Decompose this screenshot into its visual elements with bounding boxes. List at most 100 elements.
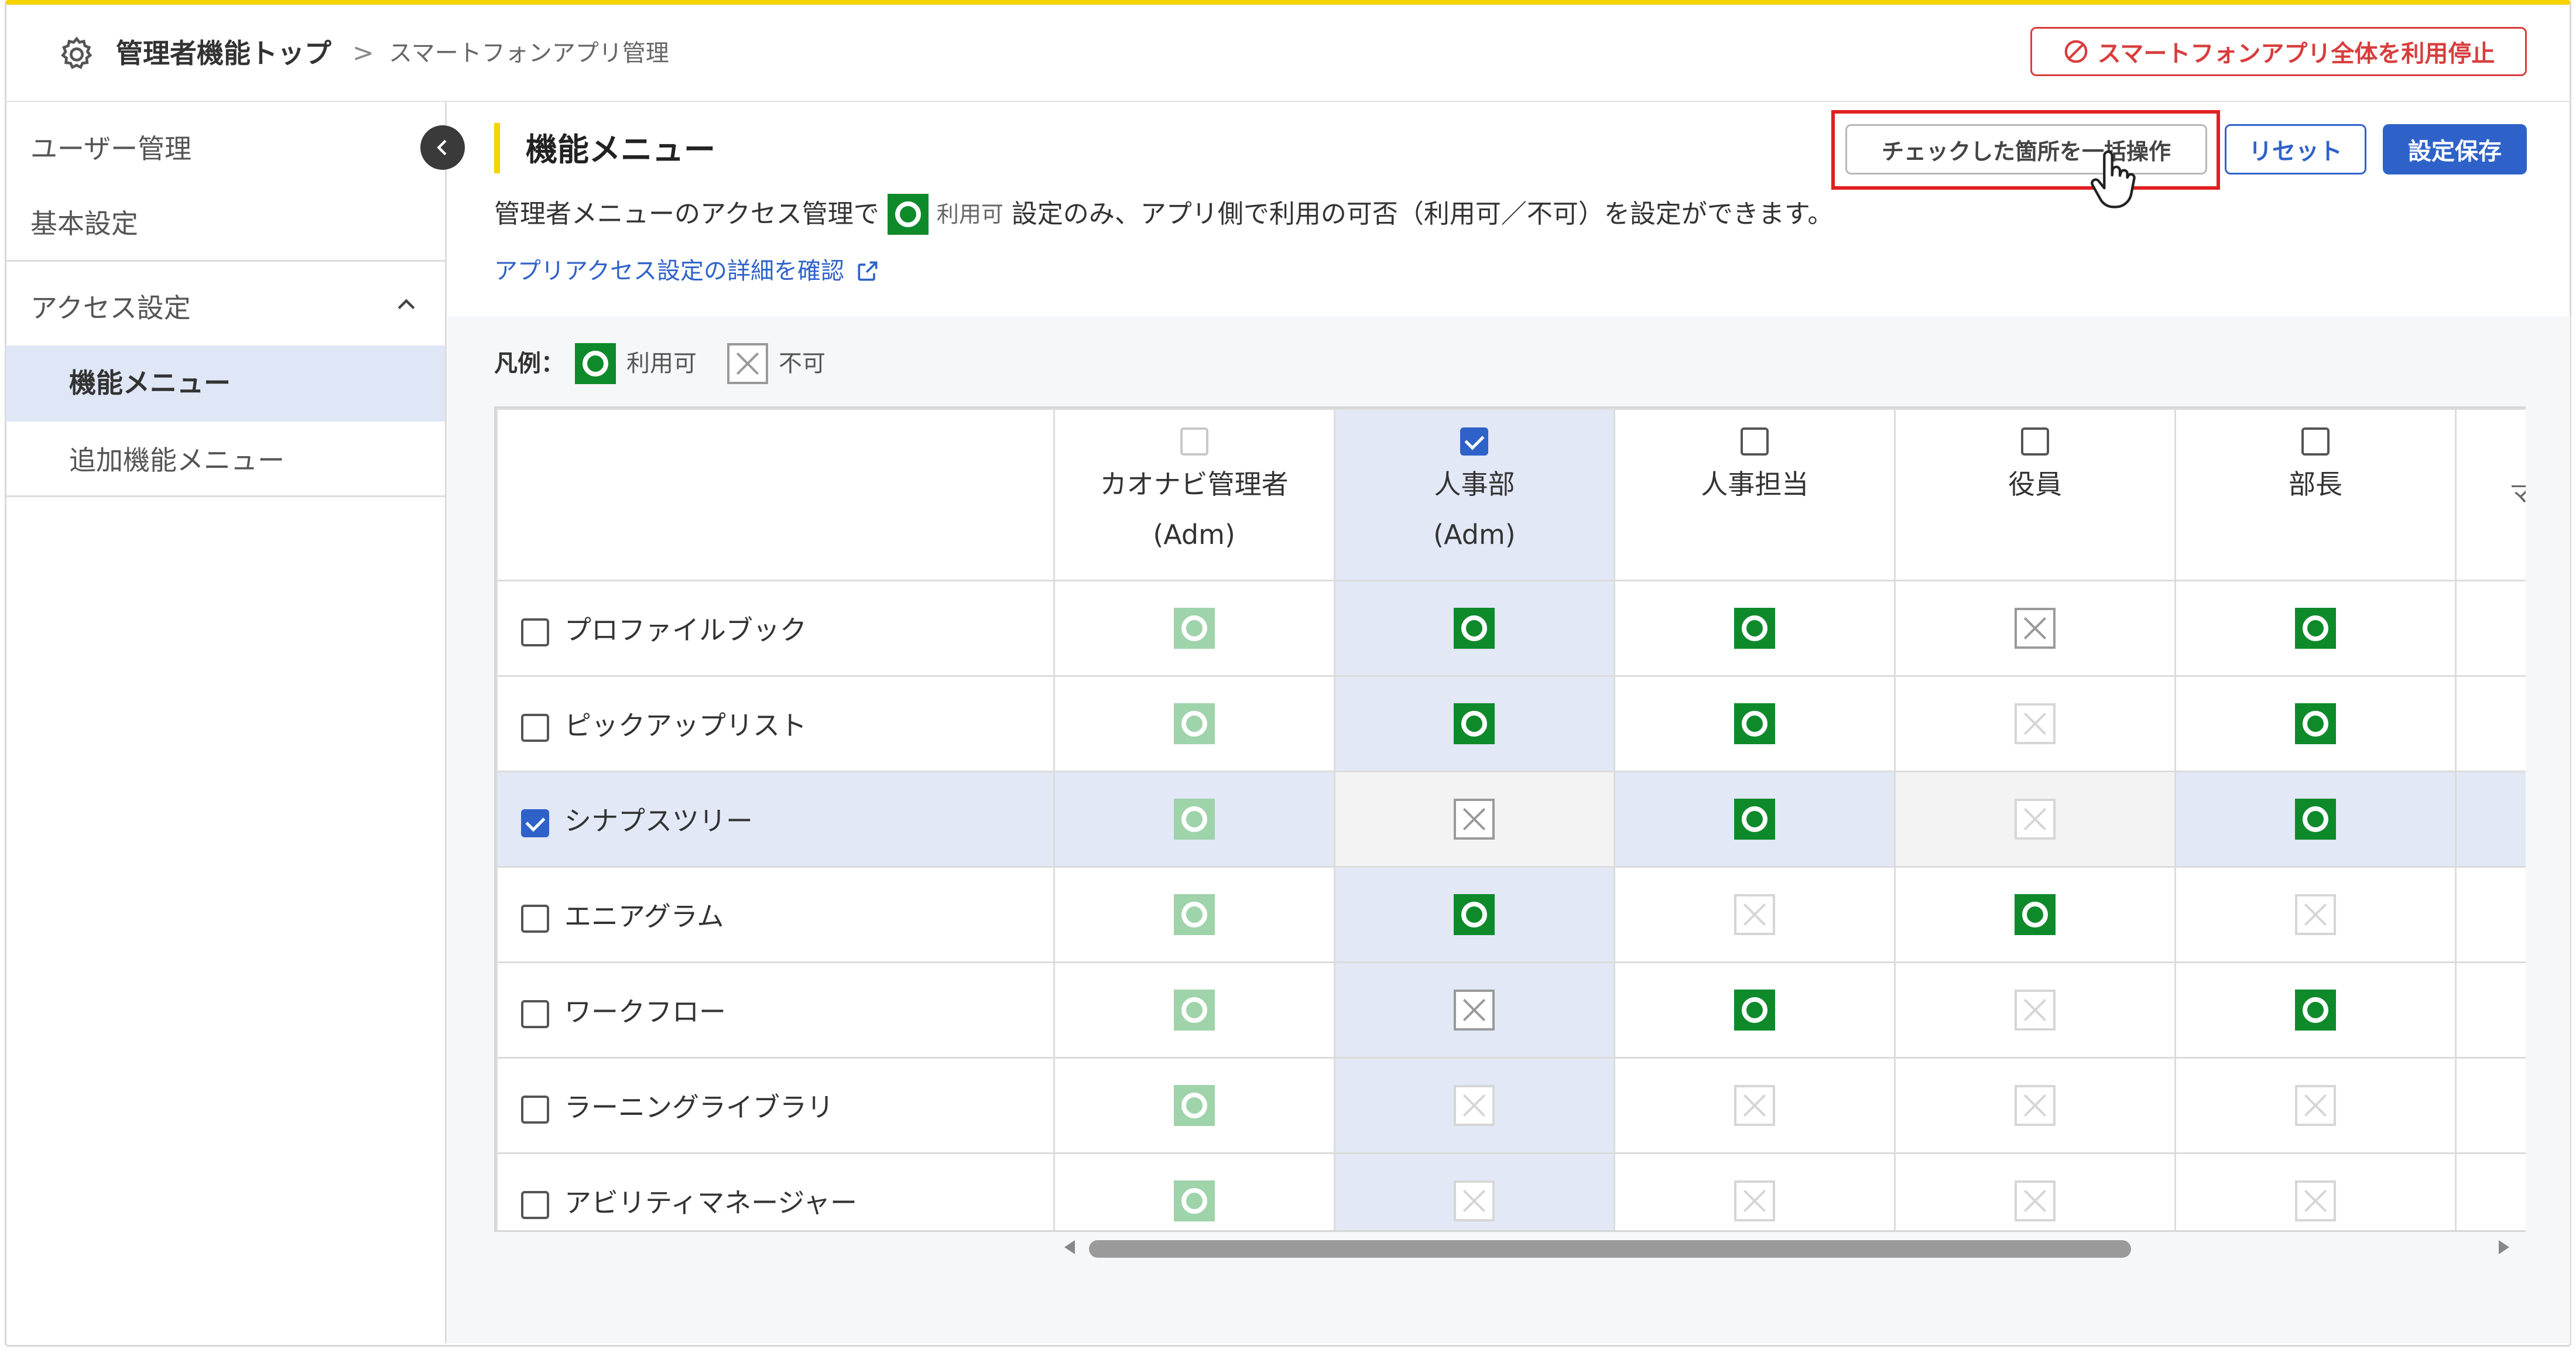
permission-cell[interactable] [1894,1057,2177,1154]
permission-cell[interactable] [1053,580,1335,677]
row-checkbox[interactable] [521,618,549,646]
ng-mark-icon [2015,1085,2056,1126]
legend-ng-label: 不可 [779,350,825,377]
permission-cell[interactable] [1614,580,1896,677]
permission-cell[interactable] [2174,1057,2457,1154]
description-post: 設定のみ、アプリ側で利用の可否（利用可／不可）を設定ができます。 [1011,199,1834,229]
permission-cell[interactable] [2174,961,2457,1059]
permission-cell[interactable] [1333,580,1616,677]
description: 管理者メニューのアクセス管理で 利用可 設定のみ、アプリ側で利用の可否（利用可／… [494,191,1833,238]
permission-cell[interactable] [1894,866,2177,963]
permission-cell[interactable] [1894,580,2177,677]
row-checkbox[interactable] [521,1190,549,1219]
detail-link[interactable]: アプリアクセス設定の詳細を確認 [494,252,881,290]
permission-cell[interactable] [1053,771,1335,868]
permission-cell[interactable] [1614,771,1896,868]
row-label: シナプスツリー [564,805,753,837]
permission-cell[interactable] [1894,675,2177,772]
breadcrumb-separator: > [352,38,374,68]
permission-cell[interactable] [1333,866,1616,963]
permission-cell[interactable] [2174,866,2457,963]
scroll-left-icon[interactable] [1064,1240,1075,1254]
ng-mark-icon [2015,990,2056,1031]
scrollbar-thumb[interactable] [1089,1240,2131,1258]
sidebar-item-user-management[interactable]: ユーザー管理 [30,128,191,166]
sidebar-section-access[interactable]: アクセス設定 [30,287,191,326]
breadcrumb-top[interactable]: 管理者機能トップ [116,33,331,74]
row-label: ラーニングライブラリ [564,1091,834,1123]
row-label-cell: アビリティマネージャー [496,1152,1055,1230]
breadcrumb-current: スマートフォンアプリ管理 [389,40,669,67]
row-label-cell: シナプスツリー [496,771,1055,868]
permission-cell[interactable] [1614,1057,1896,1154]
sidebar-item-additional-menu[interactable]: 追加機能メニュー [69,439,285,478]
permission-cell[interactable] [1053,675,1335,772]
permission-cell[interactable] [1894,1152,2177,1230]
column-checkbox [1180,427,1208,456]
column-checkbox[interactable] [1741,427,1769,456]
ok-mark-icon [1173,799,1215,840]
ok-mark-icon [1173,1180,1215,1221]
ok-mark-icon [575,343,616,384]
stop-all-button[interactable]: スマートフォンアプリ全体を利用停止 [2030,27,2527,76]
column-name: カオナビ管理者 [1099,468,1289,500]
stop-all-label: スマートフォンアプリ全体を利用停止 [2097,40,2495,67]
table-row: ピックアップリスト [496,675,2526,772]
page-title: 機能メニュー [526,131,715,168]
save-button[interactable]: 設定保存 [2383,124,2527,174]
permission-cell[interactable] [2174,1152,2457,1230]
permission-cell-partial [2454,580,2526,677]
ng-mark-icon [1734,1085,1776,1126]
permission-cell[interactable] [1894,961,2177,1059]
ok-mark-icon [1173,608,1215,649]
column-name: 部長 [2288,468,2342,500]
column-checkbox[interactable] [2301,427,2330,456]
permission-cell[interactable] [1333,1057,1616,1154]
row-label-cell: ラーニングライブラリ [496,1057,1055,1154]
reset-button[interactable]: リセット [2225,124,2366,174]
permission-cell[interactable] [1614,961,1896,1059]
column-checkbox[interactable] [2021,427,2050,456]
row-checkbox[interactable] [521,1000,549,1028]
column-header: 人事担当 [1614,408,1896,581]
permission-cell[interactable] [1053,961,1335,1059]
permission-cell[interactable] [1614,866,1896,963]
permission-cell[interactable] [1333,1152,1616,1230]
ok-mark-icon [1173,990,1215,1031]
ng-mark-icon [2015,703,2056,744]
permission-cell[interactable] [1894,771,2177,868]
permission-cell[interactable] [1614,675,1896,772]
sidebar-item-basic-settings[interactable]: 基本設定 [30,203,138,241]
row-checkbox[interactable] [521,809,549,837]
sidebar-collapse-button[interactable] [420,125,465,170]
description-badge: 利用可 [936,201,1003,227]
ok-mark-icon [1454,894,1495,935]
permission-cell[interactable] [1053,866,1335,963]
scroll-right-icon[interactable] [2499,1240,2509,1254]
column-name: 役員 [2008,468,2063,500]
column-checkbox[interactable] [1460,427,1489,456]
row-checkbox[interactable] [521,1095,549,1124]
sidebar-divider [6,260,445,262]
permission-cell[interactable] [1053,1057,1335,1154]
sidebar-item-function-menu[interactable]: 機能メニュー [69,362,231,401]
permission-cell[interactable] [1333,675,1616,772]
chevron-up-icon[interactable] [393,292,419,318]
ng-mark-icon [2015,1180,2056,1221]
permission-cell[interactable] [1614,1152,1896,1230]
permission-cell[interactable] [2174,675,2457,772]
permission-cell[interactable] [1053,1152,1335,1230]
hand-pointer-icon [2091,150,2136,208]
row-checkbox[interactable] [521,904,549,933]
external-link-icon [858,261,878,281]
row-checkbox[interactable] [521,713,549,742]
permission-cell[interactable] [2174,771,2457,868]
permission-cell[interactable] [2174,580,2457,677]
permission-cell[interactable] [1333,961,1616,1059]
permission-cell[interactable] [1333,771,1616,868]
ok-mark-icon [1173,894,1215,935]
ok-mark-icon [2294,990,2336,1031]
column-name: 人事部 [1434,468,1515,500]
sidebar: ユーザー管理 基本設定 アクセス設定 機能メニュー 追加機能メニュー [6,102,447,1343]
ok-mark-icon [1734,990,1776,1031]
